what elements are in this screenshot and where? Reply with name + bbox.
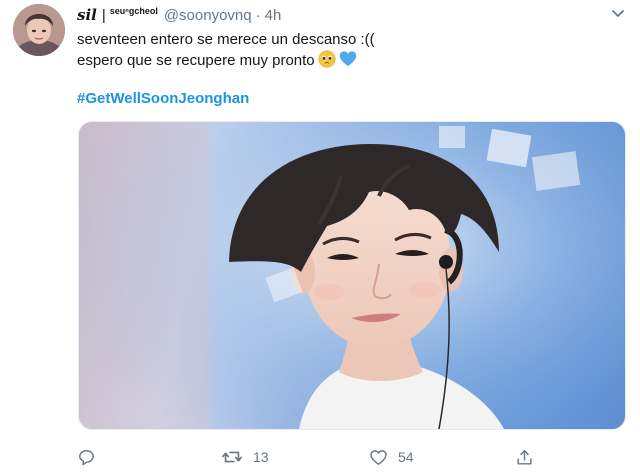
timestamp[interactable]: 4h	[265, 7, 282, 24]
avatar[interactable]	[13, 4, 65, 56]
name-separator: |	[101, 7, 106, 24]
blue-heart-emoji	[339, 50, 357, 74]
display-name[interactable]: sil	[77, 6, 97, 24]
heart-icon	[370, 449, 387, 465]
retweet-count: 13	[253, 449, 269, 465]
retweet-icon	[222, 451, 242, 463]
avatar-image	[13, 4, 65, 56]
reply-icon	[79, 449, 94, 465]
like-button[interactable]: 54	[369, 444, 414, 470]
photo-image	[79, 122, 625, 429]
pleading-face-emoji	[318, 50, 336, 74]
tweet-text-line-1: seventeen entero se merece un descanso :…	[77, 31, 375, 48]
tweet-text-line-2: espero que se recupere muy pronto	[77, 52, 315, 69]
tweet-actions: 13 54	[77, 444, 547, 470]
retweet-button[interactable]: 13	[221, 444, 269, 470]
reply-button[interactable]	[77, 444, 106, 470]
tweet-photo[interactable]	[78, 121, 626, 430]
separator-dot: ·	[255, 7, 261, 24]
tweet-header: sil | seuⁿgcheol @soonyovnq · 4h	[77, 6, 281, 26]
name-suffix: seuⁿgcheol	[109, 6, 158, 16]
chevron-down-icon	[612, 10, 624, 17]
share-icon	[517, 449, 532, 465]
tweet-text-line-2-wrap: espero que se recupere muy pronto	[77, 50, 617, 74]
more-options-button[interactable]	[610, 8, 626, 20]
hashtag-link[interactable]: #GetWellSoonJeonghan	[77, 90, 249, 107]
tweet-text: seventeen entero se merece un descanso :…	[77, 30, 617, 74]
user-handle[interactable]: @soonyovnq	[164, 7, 252, 24]
share-button[interactable]	[515, 444, 534, 470]
tweet[interactable]: sil | seuⁿgcheol @soonyovnq · 4h sevente…	[0, 0, 640, 476]
like-count: 54	[398, 449, 414, 465]
